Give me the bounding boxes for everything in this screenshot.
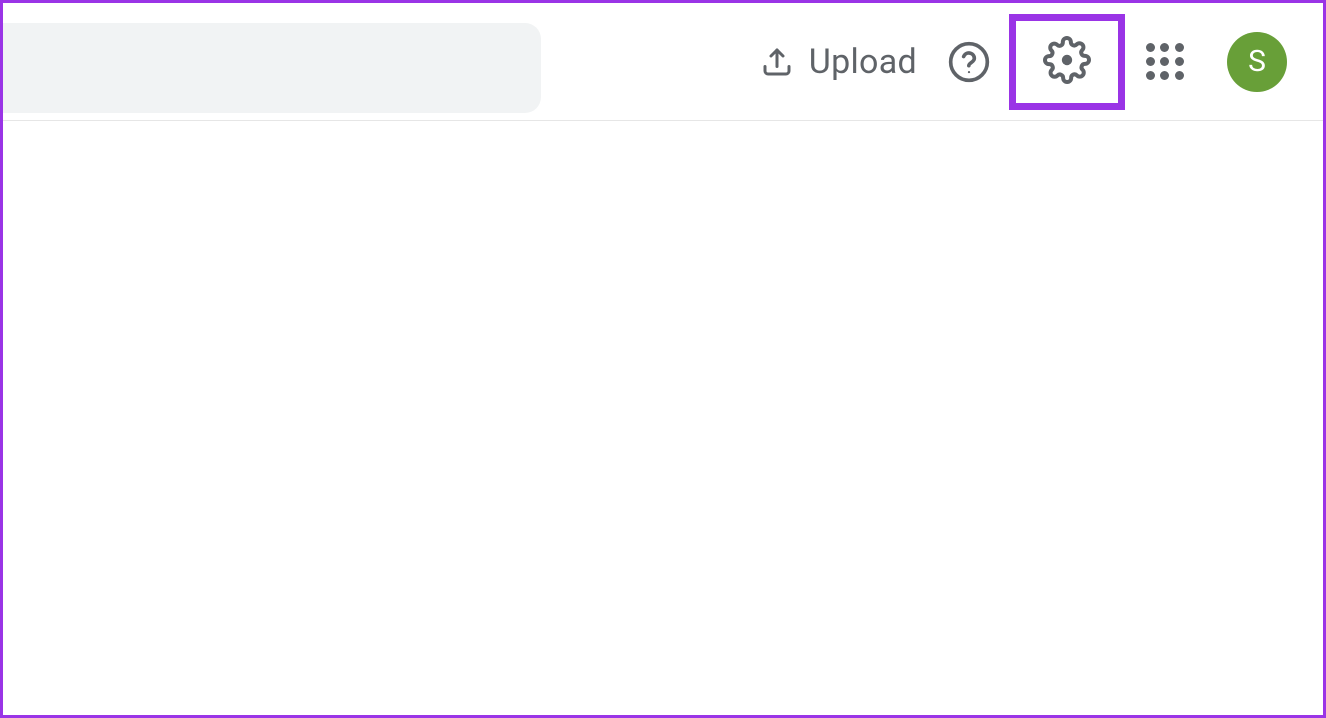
main-content	[3, 121, 1323, 715]
settings-button[interactable]	[1009, 14, 1125, 110]
header-toolbar: Upload	[747, 14, 1287, 110]
upload-icon	[759, 44, 795, 80]
upload-button[interactable]: Upload	[747, 34, 929, 90]
apps-button[interactable]	[1141, 38, 1189, 86]
gear-icon	[1043, 36, 1091, 88]
search-input[interactable]	[3, 23, 541, 113]
avatar[interactable]: S	[1227, 32, 1287, 92]
avatar-initial: S	[1248, 44, 1266, 79]
apps-grid-icon	[1146, 43, 1184, 81]
header-bar: Upload	[3, 3, 1323, 121]
help-icon	[947, 40, 991, 84]
upload-label: Upload	[809, 42, 917, 82]
help-button[interactable]	[945, 38, 993, 86]
app-frame: Upload	[0, 0, 1326, 718]
